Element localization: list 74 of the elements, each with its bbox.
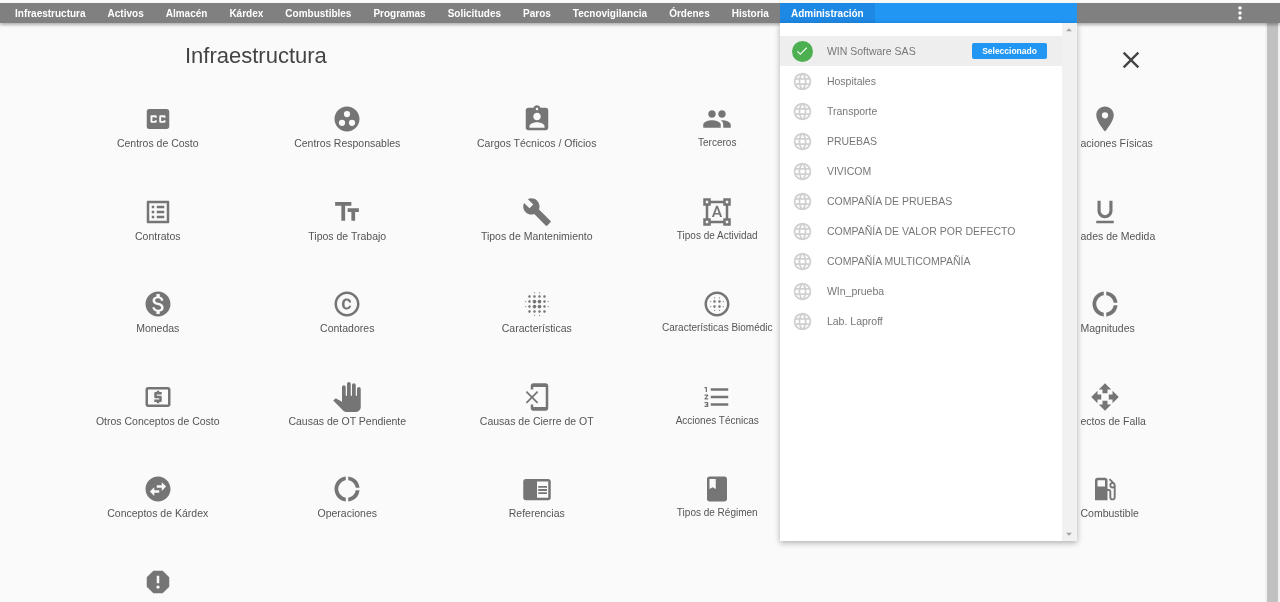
catalog-link[interactable]: Operaciones: [317, 507, 377, 519]
company-name: Transporte: [826, 105, 879, 117]
company-name: WIN Software SAS: [826, 45, 917, 57]
globe-icon: [791, 190, 813, 212]
company-item[interactable]: WIn_prueba: [779, 276, 1062, 306]
company-name: VIVICOM: [826, 165, 873, 177]
company-name: COMPAÑÍA DE VALOR POR DEFECTO: [826, 225, 1017, 237]
globe-icon: [791, 100, 813, 122]
company-name: Hospitales: [826, 75, 877, 87]
menu-tab[interactable]: Activos: [96, 3, 155, 23]
catalog-link[interactable]: Tipos de Trabajo: [308, 229, 387, 242]
catalog-link[interactable]: Contadores: [320, 322, 375, 334]
catalog-link[interactable]: Acciones Técnicas: [675, 414, 759, 426]
catalog-link[interactable]: Conceptos de Kárdex: [107, 507, 209, 519]
check-icon: [791, 40, 813, 62]
company-name: COMPAÑÍA DE PRUEBAS: [826, 195, 954, 207]
scrollbar[interactable]: [1265, 23, 1280, 602]
company-name: PRUEBAS: [826, 135, 879, 147]
globe-icon: [791, 220, 813, 242]
catalog-link[interactable]: Centros Responsables: [294, 137, 401, 149]
company-item[interactable]: COMPAÑÍA DE PRUEBAS: [779, 186, 1062, 216]
company-item[interactable]: PRUEBAS: [779, 126, 1062, 156]
catalog-link[interactable]: Combustible: [1080, 507, 1139, 519]
company-item[interactable]: VIVICOM: [779, 156, 1062, 186]
selected-badge: Seleccionado: [972, 43, 1047, 59]
catalog-link[interactable]: Tipos de Actividad: [676, 229, 758, 241]
page-title: Infraestructura: [185, 43, 327, 69]
catalog-link[interactable]: Monedas: [136, 322, 180, 334]
catalog-link[interactable]: Características Biomédic: [661, 322, 773, 333]
catalog-link[interactable]: ades de Medida: [1080, 229, 1156, 242]
catalog-link[interactable]: ectos de Falla: [1080, 414, 1146, 427]
four-arrows-icon[interactable]: [1090, 381, 1121, 412]
globe-icon: [791, 280, 813, 302]
wrench-icon[interactable]: [521, 196, 552, 227]
menu-tab[interactable]: Almacén: [154, 3, 219, 23]
company-name: Lab. Laproff: [826, 315, 884, 327]
hand-icon[interactable]: [332, 381, 363, 412]
menu-tab[interactable]: Infraestructura: [4, 3, 97, 23]
catalog-link[interactable]: Tipos de Régimen: [676, 507, 758, 518]
menu-tab[interactable]: Paros: [512, 3, 562, 23]
company-name: WIn_prueba: [826, 285, 886, 297]
globe-icon: [791, 310, 813, 332]
menu-tab[interactable]: Combustibles: [274, 3, 363, 23]
menu-tab[interactable]: Órdenes: [658, 3, 721, 23]
menu-tab[interactable]: Programas: [362, 3, 437, 23]
catalog-link[interactable]: Referencias: [508, 507, 565, 519]
catalog-link[interactable]: Causas de Cierre de OT: [479, 414, 594, 427]
catalog-link[interactable]: aciones Físicas: [1080, 137, 1153, 149]
menu-tab[interactable]: Solicitudes: [436, 3, 513, 23]
menu-tab[interactable]: Kárdex: [218, 3, 275, 23]
text-frame-icon[interactable]: [702, 196, 733, 227]
company-name: COMPAÑÍA MULTICOMPAÑÍA: [826, 255, 972, 267]
globe-icon: [791, 250, 813, 272]
catalog-link[interactable]: Otros Conceptos de Costo: [95, 414, 220, 427]
company-item[interactable]: Hospitales: [779, 66, 1062, 96]
company-item[interactable]: WIN Software SAS Seleccionado: [779, 36, 1062, 66]
globe-icon: [791, 130, 813, 152]
catalog-link[interactable]: Cargos Técnicos / Oficios: [477, 137, 597, 149]
company-item[interactable]: COMPAÑÍA DE VALOR POR DEFECTO: [779, 216, 1062, 246]
menu-tab[interactable]: Tecnovigilancia: [561, 3, 659, 23]
catalog-link[interactable]: Contratos: [135, 229, 181, 242]
catalog-link[interactable]: Características: [501, 322, 572, 334]
company-item[interactable]: Transporte: [779, 96, 1062, 126]
catalog-link[interactable]: Causas de OT Pendiente: [288, 414, 407, 427]
company-item[interactable]: Lab. Laproff: [779, 306, 1062, 336]
globe-icon: [791, 160, 813, 182]
catalog-link[interactable]: Magnitudes: [1080, 322, 1135, 334]
menu-tab[interactable]: Administración: [779, 3, 875, 23]
menu-tab[interactable]: Historia: [720, 3, 780, 23]
globe-icon: [791, 70, 813, 92]
catalog-link[interactable]: Tipos de Mantenimiento: [480, 229, 593, 242]
company-item[interactable]: COMPAÑÍA MULTICOMPAÑÍA: [779, 246, 1062, 276]
catalog-link[interactable]: Terceros: [698, 137, 737, 148]
catalog-link[interactable]: Centros de Costo: [116, 137, 199, 149]
